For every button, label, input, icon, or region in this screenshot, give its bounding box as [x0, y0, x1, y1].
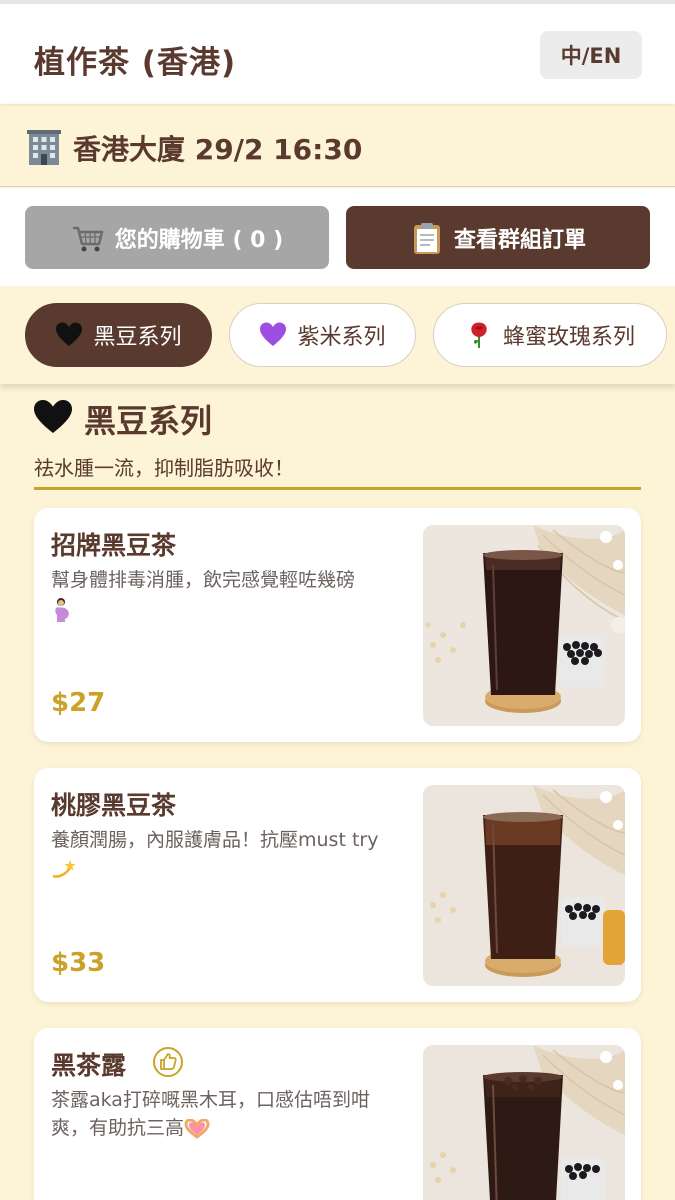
tab-label: 黑豆系列 [93, 325, 182, 350]
product-description: 養顏潤腸，內服護膚品！抗壓must try [51, 826, 403, 882]
clipboard-icon [413, 222, 440, 254]
tab-label: 蜂蜜玫瑰系列 [502, 325, 635, 350]
product-name: 招牌黑豆茶 [51, 531, 177, 560]
section-divider [34, 487, 641, 490]
product-description: 茶露aka打碎嘅黑木耳，口感估唔到咁爽，有助抗三高 [51, 1089, 370, 1139]
tab-honey-rose[interactable]: 蜂蜜玫瑰系列 [433, 303, 667, 367]
group-orders-button[interactable]: 查看群組訂單 [346, 206, 650, 269]
purple-heart-icon [260, 322, 287, 346]
group-orders-button-label: 查看群組訂單 [453, 227, 586, 253]
product-card[interactable]: 招牌黑豆茶 幫身體排毒消腫，飲完感覺輕咗幾磅 $27 [34, 508, 641, 742]
cart-button-label: 您的購物車 ( 0 ) [114, 227, 284, 253]
cart-button[interactable]: 您的購物車 ( 0 ) [25, 206, 329, 269]
tab-black-bean[interactable]: 黑豆系列 [25, 303, 212, 367]
tab-purple-rice[interactable]: 紫米系列 [229, 303, 416, 367]
product-price: $33 [51, 948, 106, 978]
product-card[interactable]: 桃膠黑豆茶 養顏潤腸，內服護膚品！抗壓must try $33 [34, 768, 641, 1002]
product-image [423, 785, 625, 986]
rose-icon [471, 322, 487, 348]
header: 植作茶 (香港) 中/EN [0, 4, 675, 104]
product-name: 黑茶露 [51, 1051, 127, 1080]
section-title: 黑豆系列 [84, 402, 213, 440]
cart-icon [72, 226, 104, 251]
pregnant-person-icon [55, 597, 69, 622]
heart-hands-icon [184, 1117, 210, 1139]
shop-title: 植作茶 (香港) [34, 45, 237, 81]
dizzy-icon [52, 859, 76, 878]
product-price: $27 [51, 688, 106, 718]
product-card[interactable]: 黑茶露 茶露aka打碎嘅黑木耳，口感估唔到咁爽，有助抗三高 [34, 1028, 641, 1200]
product-description: 幫身體排毒消腫，飲完感覺輕咗幾磅 [51, 566, 403, 623]
language-toggle-button[interactable]: 中/EN [540, 31, 642, 79]
thumbs-up-icon [153, 1047, 183, 1077]
tab-label: 紫米系列 [297, 325, 386, 350]
store-location-time: 香港大廈 29/2 16:30 [73, 133, 363, 166]
product-image [423, 1045, 625, 1200]
product-image [423, 525, 625, 726]
black-heart-icon [56, 322, 83, 346]
black-heart-icon [34, 400, 72, 433]
building-icon [27, 130, 61, 165]
section-description: 祛水腫一流，抑制脂肪吸收！ [34, 456, 294, 480]
product-name: 桃膠黑豆茶 [51, 791, 177, 820]
